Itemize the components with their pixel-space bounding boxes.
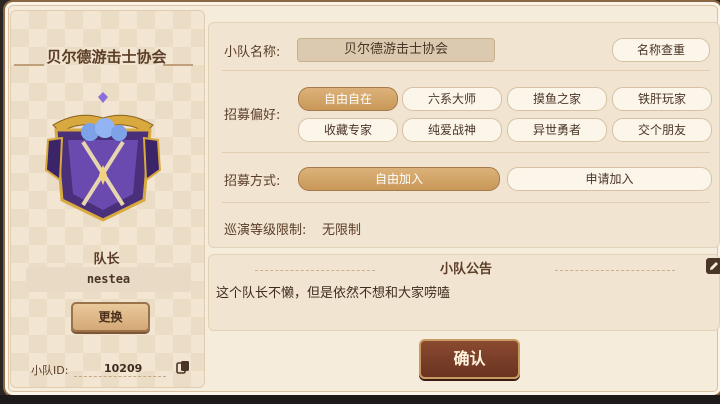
preference-option[interactable]: 铁肝玩家 — [612, 87, 712, 111]
announcement-deco-left — [255, 270, 375, 271]
confirm-button[interactable]: 确认 — [419, 339, 520, 379]
method-label: 招募方式: — [224, 174, 281, 189]
change-leader-button[interactable]: 更换 — [71, 302, 150, 332]
team-id-underline — [74, 376, 166, 377]
emblem-side-left — [44, 136, 64, 182]
preference-label: 招募偏好: — [224, 108, 281, 123]
edit-icon[interactable] — [706, 258, 720, 274]
method-option-apply-join[interactable]: 申请加入 — [507, 167, 712, 191]
preference-option[interactable]: 纯爱战神 — [402, 118, 502, 142]
emblem-side-right — [142, 136, 162, 182]
emblem-rose — [111, 125, 127, 141]
announcement-text[interactable]: 这个队长不懒，但是依然不想和大家唠嗑 — [216, 282, 450, 301]
separator-2 — [222, 152, 710, 153]
level-limit-label: 巡演等级限制: — [224, 223, 307, 238]
preference-option[interactable]: 自由自在 — [298, 87, 398, 111]
preference-option[interactable]: 收藏专家 — [298, 118, 398, 142]
leader-name: nestea — [26, 267, 191, 292]
preference-option[interactable]: 交个朋友 — [612, 118, 712, 142]
separator-1 — [222, 70, 710, 71]
copy-icon[interactable] — [176, 360, 190, 374]
emblem-heart-icon — [98, 92, 108, 103]
preference-option[interactable]: 六系大师 — [402, 87, 502, 111]
team-name-field[interactable]: 贝尔德游击士协会 — [297, 38, 495, 62]
separator-3 — [222, 202, 710, 203]
leader-label: 队长 — [93, 252, 120, 267]
announcement-title: 小队公告 — [439, 262, 492, 277]
announcement-deco-right — [555, 270, 675, 271]
method-option-free-join[interactable]: 自由加入 — [298, 167, 500, 191]
preference-option[interactable]: 摸鱼之家 — [507, 87, 607, 111]
team-id-value: 10209 — [104, 362, 143, 375]
team-name-label: 小队名称: — [224, 45, 281, 60]
level-limit-value: 无限制 — [322, 223, 362, 238]
background-strip — [0, 395, 720, 404]
team-id-label: 小队ID: — [31, 364, 69, 377]
title-decoration-right — [163, 64, 193, 66]
guild-emblem — [44, 92, 162, 222]
preference-option[interactable]: 异世勇者 — [507, 118, 607, 142]
name-check-button[interactable]: 名称查重 — [612, 38, 710, 62]
